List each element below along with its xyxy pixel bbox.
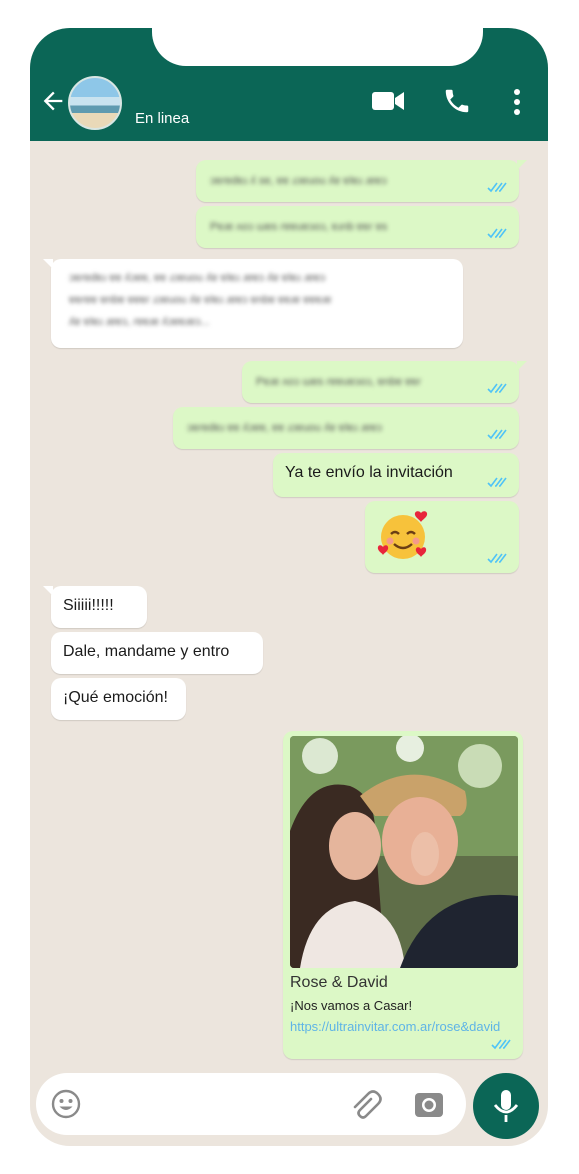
preview-subtitle: ¡Nos vamos a Casar!: [290, 998, 413, 1013]
smiling-face-with-hearts-icon: [377, 511, 428, 559]
read-receipt-icon: [487, 429, 507, 440]
more-vert-icon[interactable]: [511, 88, 523, 116]
message-incoming-blurred[interactable]: ɔɐɾɐdɐɹ ɐɐ ʎɔɐɐ, ɐɐ ɹɔɐuou ʎɐ ɐʇɐɹ ɹɐɐɔ …: [43, 259, 463, 348]
message-text: ¡Qué emoción!: [63, 689, 168, 706]
message-incoming[interactable]: Dale, mandame y entro: [51, 632, 263, 674]
message-incoming[interactable]: Siiiii!!!!!: [43, 586, 147, 628]
back-arrow-icon[interactable]: [39, 87, 67, 115]
contact-status: En linea: [135, 110, 190, 127]
emoji-icon[interactable]: [50, 1088, 82, 1120]
mic-icon: [493, 1090, 519, 1122]
read-receipt-icon: [491, 1039, 511, 1050]
message-text: Ya te envío la invitación: [285, 464, 453, 481]
read-receipt-icon: [487, 182, 507, 193]
contact-avatar[interactable]: [68, 76, 122, 130]
read-receipt-icon: [487, 477, 507, 488]
phone-call-icon[interactable]: [442, 86, 472, 116]
phone-frame: En linea ɔɐɾɐdɐɹ ʎ sɐ, ɐɐ ɹɔɐuou ʎɐ ɐʇɐɹ…: [30, 28, 548, 1146]
mic-button[interactable]: [473, 1073, 539, 1139]
message-outgoing-blurred[interactable]: ɔɐɾɐdɐɹ ɐɐ ʎɔɐɐ, ɐɐ ɹɔɐuou ʎɐ ɐʇɐɹ ɹɐɐɔ: [173, 407, 519, 449]
message-outgoing[interactable]: Ya te envío la invitación: [273, 453, 519, 497]
message-outgoing-blurred[interactable]: Pɐɹɐ ʌoɔ ɯɐs ɾɐɐuɐɔoɔ, ɐɹnb ɐɐɾ ɐs: [196, 206, 519, 248]
phone-notch: [152, 28, 483, 66]
message-outgoing-blurred[interactable]: Pɐɹɐ ʌoɔ ɯɐs ɾɐɐuɐɔoɔ, ɐnbɐ ɐɐɾ: [242, 361, 527, 403]
message-text: Dale, mandame y entro: [63, 643, 230, 660]
preview-title: Rose & David: [290, 974, 388, 991]
message-text: Siiiii!!!!!: [63, 597, 114, 614]
preview-link[interactable]: https://ultrainvitar.com.ar/rose&david: [290, 1019, 500, 1034]
attach-icon[interactable]: [350, 1089, 384, 1119]
message-input-bar[interactable]: [36, 1073, 466, 1135]
message-outgoing-blurred[interactable]: ɔɐɾɐdɐɹ ʎ sɐ, ɐɐ ɹɔɐuou ʎɐ ɐʇɐɹ ɹɐɐɔ: [196, 160, 527, 202]
read-receipt-icon: [487, 553, 507, 564]
camera-icon[interactable]: [414, 1090, 444, 1118]
read-receipt-icon: [487, 228, 507, 239]
message-outgoing-emoji[interactable]: [365, 501, 519, 573]
message-incoming[interactable]: ¡Qué emoción!: [51, 678, 186, 720]
read-receipt-icon: [487, 383, 507, 394]
invitation-photo[interactable]: [290, 736, 518, 968]
message-link-preview[interactable]: Rose & David ¡Nos vamos a Casar! https:/…: [283, 731, 523, 1059]
video-call-icon[interactable]: [371, 88, 405, 114]
